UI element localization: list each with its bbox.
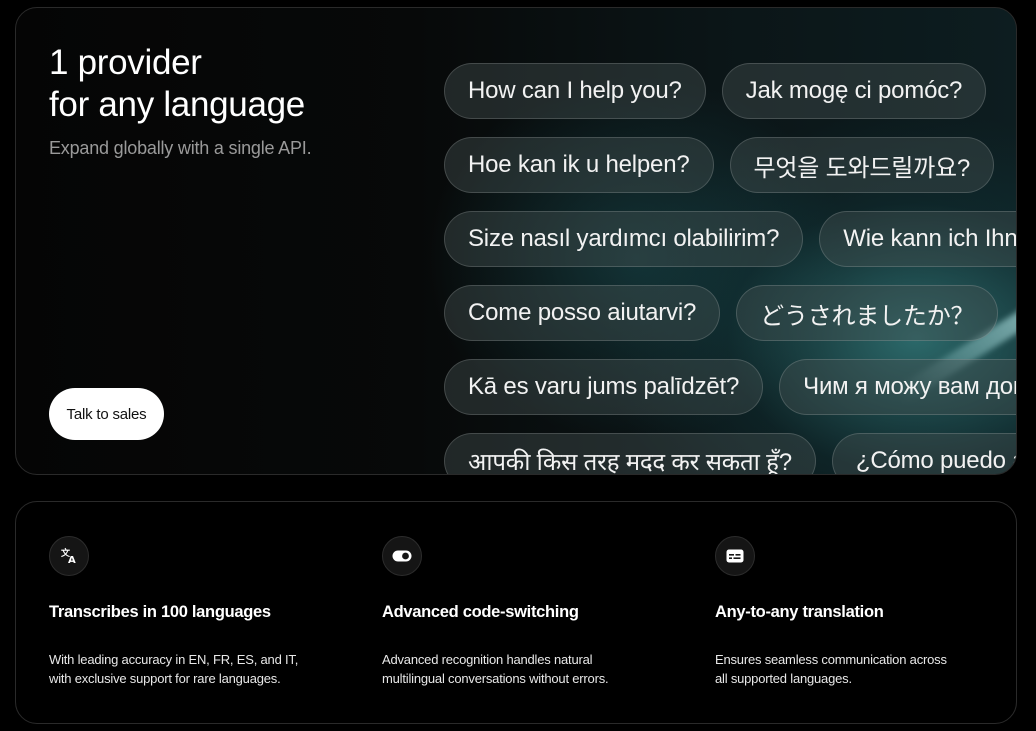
feature-title: Advanced code-switching	[382, 603, 579, 621]
phrase-bubble: Чим я можу вам допомогти?	[779, 359, 1016, 415]
phrase-bubble: Kā es varu jums palīdzēt?	[444, 359, 764, 415]
hero-title-line-1: 1 provider	[49, 43, 202, 82]
hero-title-line-2: for any language	[49, 85, 305, 124]
feature-description: Ensures seamless communication across al…	[715, 650, 1015, 688]
talk-to-sales-button[interactable]: Talk to sales	[49, 388, 164, 440]
translate-icon: 文 A	[49, 536, 89, 576]
svg-text:A: A	[68, 555, 76, 565]
phrase-bubble: Hoe kan ik u helpen?	[444, 137, 714, 193]
phrase-bubble: Wie kann ich Ihnen helfen?	[819, 211, 1016, 267]
phrase-bubble: Jak mogę ci pomóc?	[721, 63, 987, 119]
phrase-bubble: आपकी किस तरह मदद कर सकता हूँ?	[444, 433, 816, 474]
phrase-row: Come posso aiutarvi? どうされましたか？	[444, 285, 1016, 343]
feature-desc-line: multilingual conversations without error…	[382, 671, 609, 686]
hero-card: 1 provider for any language Expand globa…	[15, 7, 1017, 475]
feature-title: Any-to-any translation	[715, 603, 884, 621]
feature-desc-line: all supported languages.	[715, 671, 852, 686]
phrase-bubble: How can I help you?	[444, 63, 706, 119]
language-phrases: How can I help you? Jak mogę ci pomóc? H…	[444, 63, 1016, 474]
phrase-bubble: どうされましたか？	[736, 285, 999, 341]
hero-title: 1 provider for any language	[49, 42, 305, 126]
phrase-row: आपकी किस तरह मदद कर सकता हूँ? ¿Cómo pued…	[444, 433, 1016, 474]
toggle-icon	[382, 536, 422, 576]
hero-subtitle: Expand globally with a single API.	[49, 138, 312, 158]
phrase-bubble: Size nasıl yardımcı olabilirim?	[444, 211, 804, 267]
feature-desc-line: Ensures seamless communication across	[715, 652, 947, 667]
feature-description: Advanced recognition handles natural mul…	[382, 650, 682, 688]
phrase-row: Hoe kan ik u helpen? 무엇을 도와드릴까요?	[444, 137, 1016, 195]
phrase-row: Kā es varu jums palīdzēt? Чим я можу вам…	[444, 359, 1016, 417]
feature-desc-line: With leading accuracy in EN, FR, ES, and…	[49, 652, 299, 667]
phrase-bubble: Come posso aiutarvi?	[444, 285, 721, 341]
phrase-bubble: 무엇을 도와드릴까요?	[729, 137, 995, 193]
features-card: 文 A Transcribes in 100 languages With le…	[15, 501, 1017, 724]
feature-title: Transcribes in 100 languages	[49, 603, 271, 621]
feature-desc-line: with exclusive support for rare language…	[49, 671, 281, 686]
phrase-row: How can I help you? Jak mogę ci pomóc?	[444, 63, 1016, 121]
subtitles-icon	[715, 536, 755, 576]
phrase-row: Size nasıl yardımcı olabilirim? Wie kann…	[444, 211, 1016, 269]
phrase-bubble: ¿Cómo puedo ayudarle?	[831, 433, 1016, 474]
feature-desc-line: Advanced recognition handles natural	[382, 652, 593, 667]
feature-description: With leading accuracy in EN, FR, ES, and…	[49, 650, 349, 688]
